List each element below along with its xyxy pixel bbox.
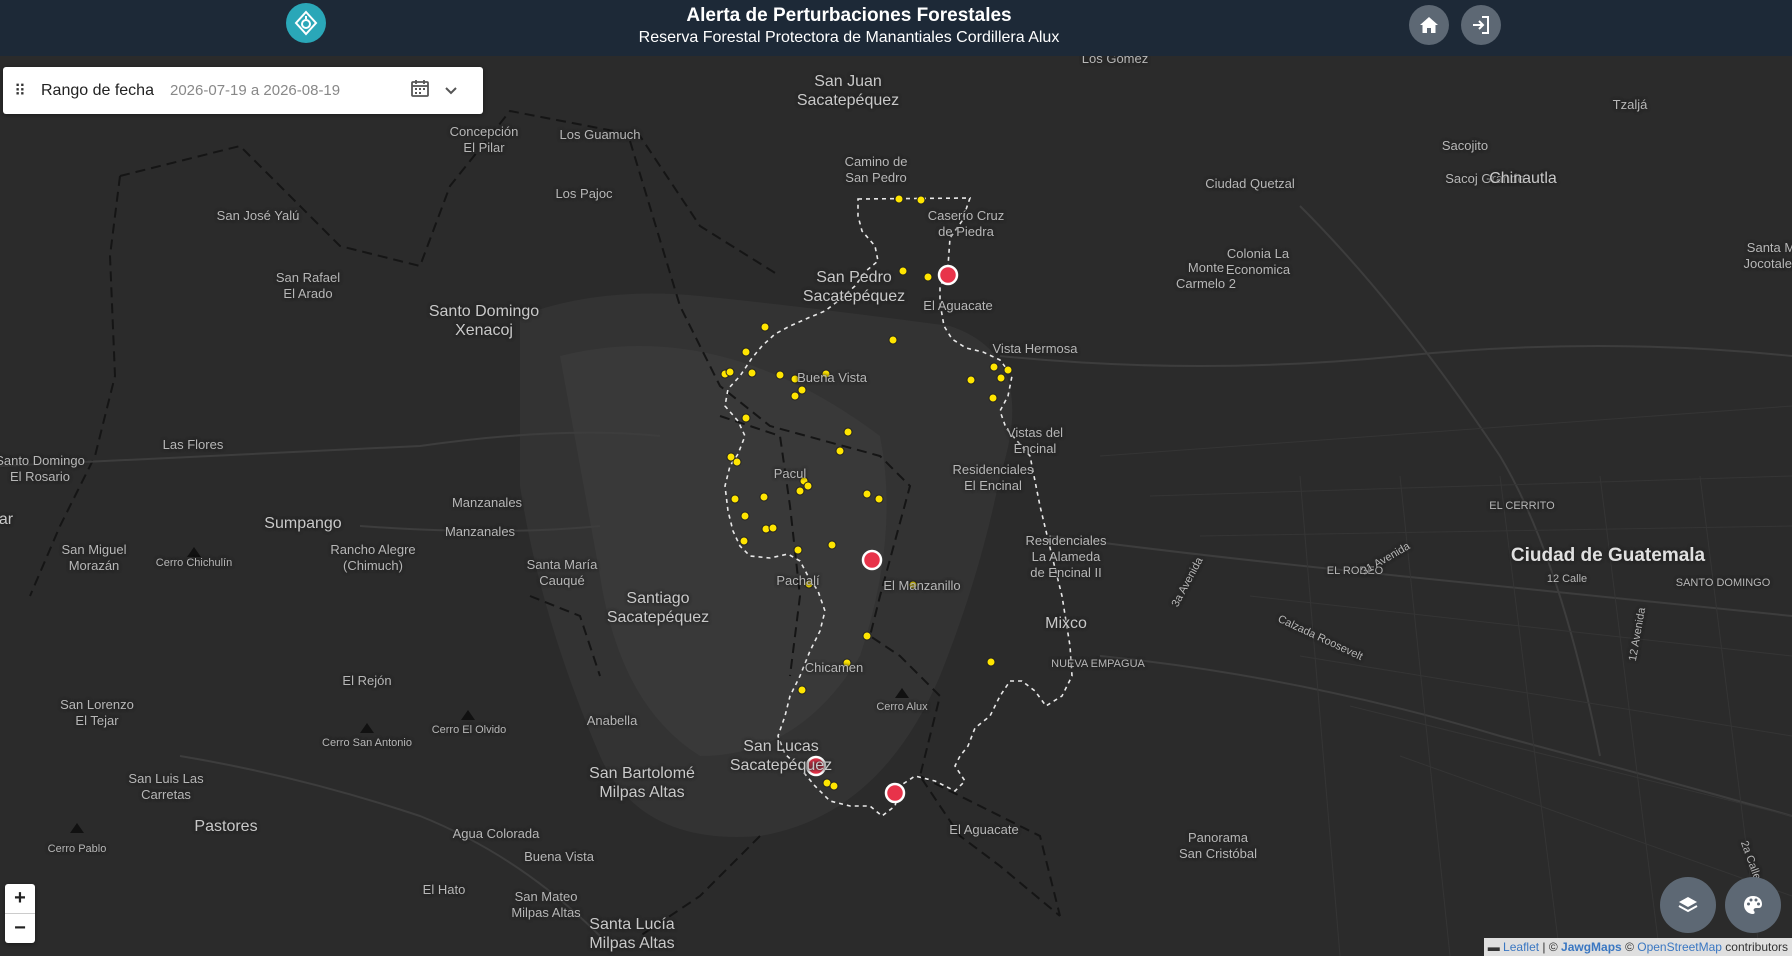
place-label: Manzanales bbox=[444, 524, 516, 539]
place-label: Vistas del Encinal bbox=[1006, 425, 1064, 456]
place-label: San Bartolomé Milpas Altas bbox=[589, 765, 695, 801]
place-label: Santo Domingo Xenacoj bbox=[428, 303, 540, 339]
place-label: Sumpango bbox=[264, 515, 342, 532]
jawg-link[interactable]: JawgMaps bbox=[1561, 940, 1622, 954]
place-label: 12 Calle bbox=[1546, 573, 1588, 585]
zoom-control: + − bbox=[5, 884, 35, 943]
place-label: Chicamen bbox=[804, 660, 864, 675]
home-icon bbox=[1420, 17, 1438, 33]
place-label: Santa M Jocotales bbox=[1743, 240, 1792, 271]
leaflet-flag-icon: ▬ bbox=[1487, 940, 1500, 954]
place-label: San Juan Sacatepéquez bbox=[796, 73, 900, 109]
leaflet-link[interactable]: Leaflet bbox=[1503, 940, 1539, 954]
place-label: Cerro San Antonio bbox=[322, 737, 412, 749]
place-label: San Miguel Morazán bbox=[61, 542, 127, 573]
home-button[interactable] bbox=[1409, 5, 1449, 45]
place-label: Residenciales La Alameda de Encinal II bbox=[1025, 533, 1107, 580]
place-label: Los Gomez bbox=[1081, 56, 1149, 66]
place-label: El Rejón bbox=[342, 673, 392, 688]
place-label: Buena Vista bbox=[797, 370, 867, 385]
place-label: San Lucas Sacatepéquez bbox=[729, 738, 833, 774]
map-style-button[interactable] bbox=[1725, 877, 1781, 933]
place-label: Colonia La Economica bbox=[1225, 246, 1291, 277]
place-label: Pachalí bbox=[776, 573, 820, 588]
place-label: Tzaljá bbox=[1612, 97, 1648, 112]
place-label: San José Yalú bbox=[216, 208, 300, 223]
place-label: Caserío Cruz de Piedra bbox=[927, 208, 1005, 239]
place-label: San Rafael El Arado bbox=[275, 270, 341, 301]
place-label: NUEVA EMPAGUA bbox=[1051, 658, 1145, 670]
place-label: El Hato bbox=[422, 882, 466, 897]
place-label: Santa María Cauqué bbox=[526, 557, 598, 588]
place-label: San Luis Las Carretas bbox=[128, 771, 204, 802]
date-range-label: Rango de fecha bbox=[41, 81, 154, 99]
place-label: Buena Vista bbox=[524, 849, 594, 864]
place-label: Cerro Alux bbox=[876, 701, 928, 713]
place-label: Pastores bbox=[194, 818, 258, 835]
place-label: Agua Colorada bbox=[452, 826, 540, 841]
place-label: Cerro Pablo bbox=[47, 843, 107, 855]
place-label: Cerro El Olvido bbox=[431, 724, 507, 736]
place-label: Pacul bbox=[773, 466, 807, 481]
login-icon bbox=[1473, 16, 1489, 34]
osm-link[interactable]: OpenStreetMap bbox=[1637, 940, 1722, 954]
place-label: ar bbox=[0, 511, 14, 528]
place-label: San Pedro Sacatepéquez bbox=[802, 269, 906, 305]
map-view[interactable]: Los Gomez Tzaljá San Juan Sacatepéquez Conc… bbox=[0, 56, 1792, 956]
place-label: Las Flores bbox=[162, 437, 224, 452]
drag-handle-icon[interactable]: ⠿ bbox=[7, 81, 33, 101]
place-label: Cerro Chichulín bbox=[155, 557, 233, 569]
place-label: Residenciales El Encinal bbox=[952, 462, 1034, 493]
place-label: Camino de San Pedro bbox=[844, 154, 908, 185]
place-label: El Aguacate bbox=[949, 822, 1019, 837]
place-label: Concepción El Pilar bbox=[449, 124, 519, 155]
place-label: El Manzanillo bbox=[883, 578, 961, 593]
place-label: San Mateo Milpas Altas bbox=[511, 889, 581, 920]
place-label: Ciudad Quetzal bbox=[1205, 176, 1295, 191]
place-label: Panorama San Cristóbal bbox=[1178, 830, 1258, 861]
place-label: Ciudad de Guatemala bbox=[1510, 545, 1706, 566]
place-label: Santiago Sacatepéquez bbox=[606, 590, 710, 626]
place-label: San Lorenzo El Tejar bbox=[60, 697, 134, 728]
place-label: EL CERRITO bbox=[1489, 500, 1555, 512]
place-label: Anabella bbox=[586, 713, 638, 728]
calendar-icon[interactable] bbox=[410, 78, 430, 103]
map-attribution: ▬ Leaflet | © JawgMaps © OpenStreetMap c… bbox=[1483, 938, 1792, 956]
zoom-out-button[interactable]: − bbox=[5, 913, 35, 943]
palette-icon bbox=[1744, 896, 1762, 914]
place-label: Los Pajoc bbox=[555, 186, 613, 201]
place-label: Vista Hermosa bbox=[992, 341, 1078, 356]
place-label: Sacojito bbox=[1441, 138, 1489, 153]
zoom-in-button[interactable]: + bbox=[5, 884, 35, 913]
layers-button[interactable] bbox=[1660, 877, 1716, 933]
place-label: Los Guamuch bbox=[559, 127, 641, 142]
place-label: Rancho Alegre (Chimuch) bbox=[330, 542, 416, 573]
app-header: Alerta de Perturbaciones Forestales Rese… bbox=[0, 0, 1792, 56]
place-label: Manzanales bbox=[451, 495, 523, 510]
login-button[interactable] bbox=[1461, 5, 1501, 45]
date-range-input[interactable]: 2026-07-19 a 2026-08-19 bbox=[170, 82, 410, 99]
place-label: Chinautla bbox=[1489, 170, 1557, 187]
date-range-filter[interactable]: ⠿ Rango de fecha 2026-07-19 a 2026-08-19 bbox=[3, 67, 483, 114]
place-label: Mixco bbox=[1045, 615, 1087, 632]
place-label: SANTO DOMINGO bbox=[1675, 577, 1771, 589]
chevron-down-icon[interactable] bbox=[444, 83, 458, 99]
place-label: Santo Domingo El Rosario bbox=[0, 453, 85, 484]
layers-icon bbox=[1678, 897, 1698, 913]
place-label: Santa Lucía Milpas Altas bbox=[589, 916, 675, 952]
place-label: El Aguacate bbox=[923, 298, 993, 313]
